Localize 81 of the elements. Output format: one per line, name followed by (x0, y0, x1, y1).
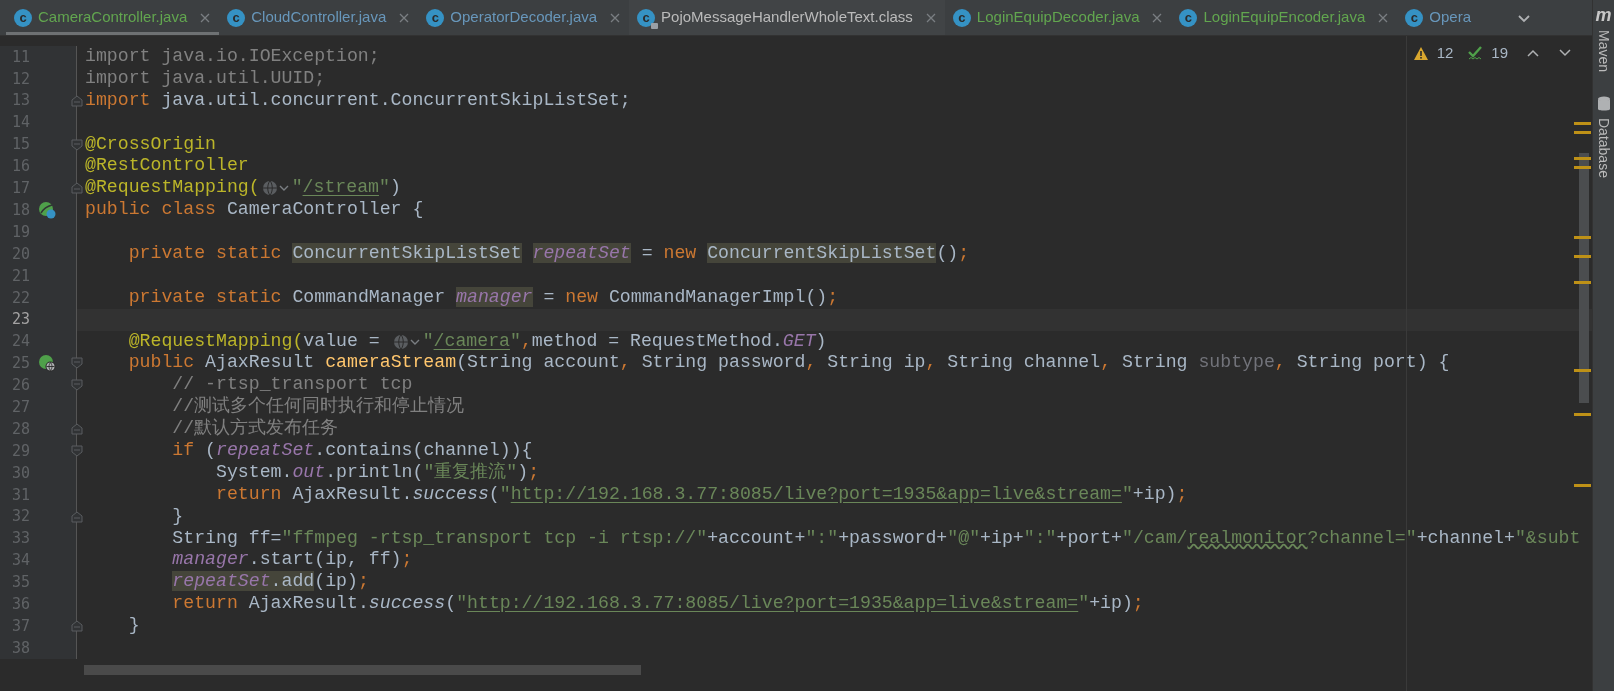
code-text: System.out.println("重复推流"); (216, 461, 540, 484)
spring-bean-icon[interactable] (38, 201, 56, 220)
chevron-up-icon[interactable] (1526, 48, 1540, 59)
warning-marker[interactable] (1574, 255, 1591, 258)
code-text: private static ConcurrentSkipListSet repeatSet = new ConcurrentSkipListSet(); (128, 243, 970, 265)
fold-marker-icon[interactable] (71, 509, 83, 524)
class-icon: c (227, 8, 246, 27)
fold-marker-icon[interactable] (71, 356, 83, 371)
code-text: import java.util.UUID; (85, 67, 326, 90)
code-text: repeatSet.add(ip); (172, 571, 369, 594)
close-icon[interactable] (609, 11, 622, 24)
warning-marker[interactable] (1574, 122, 1591, 125)
code-text: } (128, 615, 140, 638)
warning-marker[interactable] (1574, 484, 1591, 487)
class-icon: c (1405, 8, 1424, 27)
code-text: if (repeatSet.contains(channel)){ (172, 440, 533, 462)
chevron-down-icon[interactable] (1558, 48, 1572, 59)
fold-marker-icon[interactable] (71, 137, 83, 152)
vertical-scrollbar[interactable] (1579, 153, 1589, 403)
database-icon (1596, 96, 1611, 113)
warning-marker[interactable] (1574, 166, 1591, 169)
code-text: //默认方式发布任务 (172, 418, 339, 441)
class-icon: c (426, 8, 445, 27)
code-text: @CrossOrigin (85, 133, 216, 156)
warning-marker[interactable] (1574, 157, 1591, 160)
warning-icon (1412, 45, 1429, 61)
code-text: manager.start(ip, ff); (172, 549, 413, 572)
close-icon[interactable] (398, 11, 411, 24)
class-icon: c (1179, 8, 1198, 27)
url-globe-icon[interactable] (391, 332, 422, 351)
weak-warning-count: 19 (1491, 43, 1508, 63)
warning-marker[interactable] (1574, 413, 1591, 416)
warning-marker[interactable] (1574, 236, 1591, 239)
warning-marker[interactable] (1574, 281, 1591, 284)
class-icon: c (952, 8, 971, 27)
editor-tab[interactable]: c OperatorDecoder.java (418, 0, 630, 35)
class-icon: c (14, 8, 32, 27)
warning-count: 12 (1436, 43, 1454, 63)
code-text: @RequestMapping(value = (128, 330, 381, 353)
code-text: "/stream") (291, 177, 401, 200)
editor-tab[interactable]: c LoginEquipEncoder.java (1171, 0, 1398, 35)
warning-marker[interactable] (1574, 131, 1591, 134)
code-text: //测试多个任何同时执行和停止情况 (172, 396, 465, 418)
globe-icon[interactable] (38, 354, 56, 373)
code-text: String ff="ffmpeg -rtsp_transport tcp -i rtsp://"+account+":"+password+"@"+ip+":"+port+"/cam/realmonitor?channel="+channel+"&subt (172, 527, 1581, 550)
horizontal-scrollbar[interactable] (84, 665, 641, 675)
tool-window-button[interactable]: Maven (1593, 30, 1614, 73)
code-text: @RequestMapping( (85, 177, 260, 200)
code-text: private static CommandManager manager = new CommandManagerImpl(); (128, 286, 839, 309)
warning-marker[interactable] (1574, 369, 1591, 372)
editor-tab[interactable]: c CloudController.java (219, 0, 419, 35)
code-text: return AjaxResult.success("http://192.168.3.77:8085/live?port=1935&app=live&stream="+ip); (172, 593, 1144, 616)
close-icon[interactable] (924, 11, 937, 24)
code-text: public class CameraController { (85, 199, 424, 222)
editor-tab[interactable]: c Opera (1397, 0, 1479, 35)
maven-icon: m (1595, 6, 1612, 24)
code-text: } (172, 505, 184, 528)
class-icon: c (637, 8, 656, 27)
editor-tab[interactable]: c PojoMessageHandlerWholeText.class (629, 0, 945, 35)
fold-marker-icon[interactable] (71, 93, 83, 108)
fold-marker-icon[interactable] (71, 422, 83, 437)
code-text: import java.io.IOException; (85, 46, 380, 68)
line-number: 23 (10, 309, 30, 331)
close-icon[interactable] (199, 11, 212, 24)
editor-tab[interactable]: c LoginEquipDecoder.java (944, 0, 1172, 35)
close-icon[interactable] (1151, 11, 1164, 24)
fold-marker-icon[interactable] (71, 181, 83, 196)
code-text: @RestController (85, 155, 249, 178)
close-icon[interactable] (1377, 11, 1390, 24)
code-text: return AjaxResult.success("http://192.168.3.77:8085/live?port=1935&app=live&stream="+ip); (216, 483, 1188, 506)
editor-tab[interactable]: c CameraController.java (6, 0, 220, 35)
code-text: "/camera",method = RequestMethod.GET) (422, 330, 827, 353)
check-icon (1467, 45, 1484, 62)
code-text: import java.util.concurrent.ConcurrentSkipListSet; (85, 89, 631, 112)
fold-marker-icon[interactable] (71, 619, 83, 634)
tool-window-button[interactable]: Database (1593, 118, 1614, 178)
url-globe-icon[interactable] (260, 179, 291, 198)
code-text: public AjaxResult cameraStream(String account, String password, String ip, String channel, String subtype, String port) { (128, 352, 1450, 375)
fold-marker-icon[interactable] (71, 444, 83, 459)
code-text: // -rtsp_transport tcp (172, 374, 413, 396)
fold-marker-icon[interactable] (71, 378, 83, 393)
